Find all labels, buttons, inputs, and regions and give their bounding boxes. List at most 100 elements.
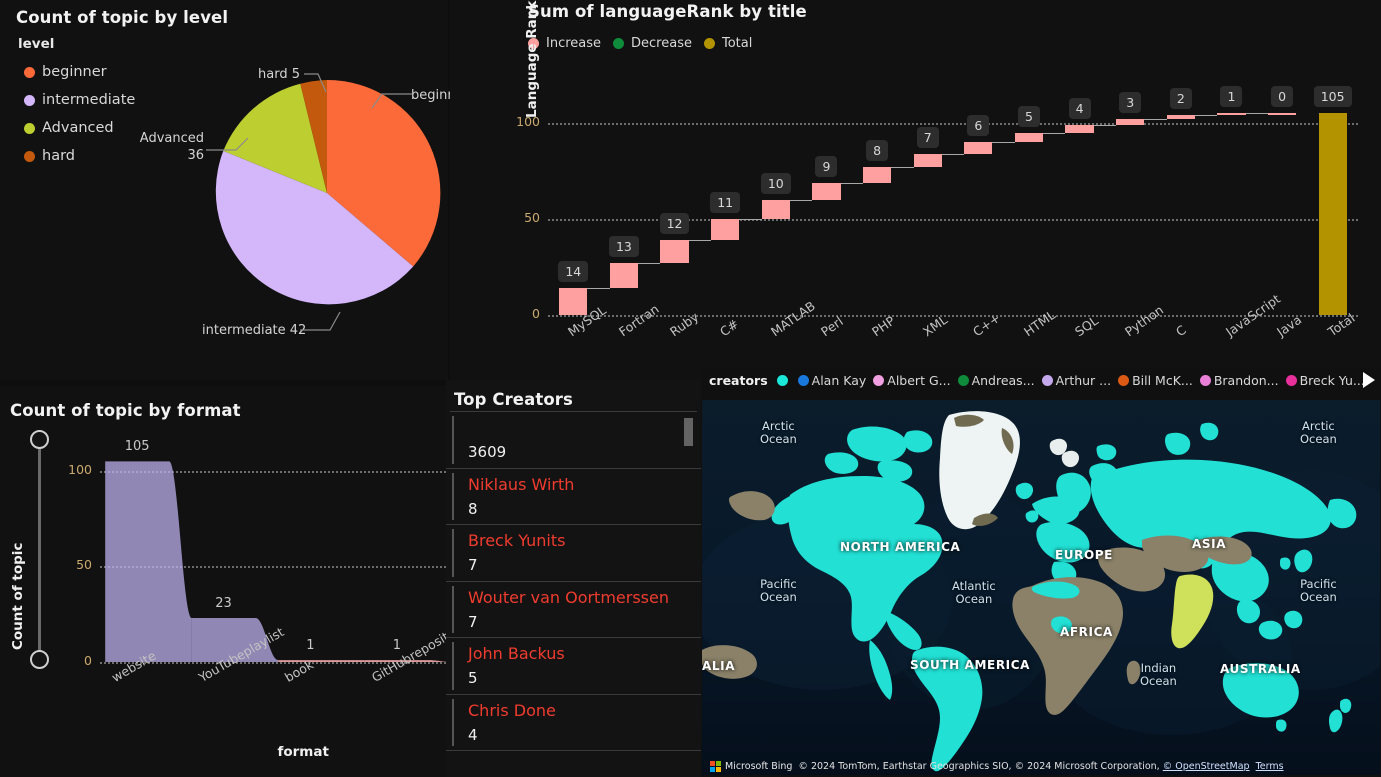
table-row[interactable]: Wouter van Oortmerssen 7: [446, 582, 701, 638]
pie-leader-hard: [304, 73, 327, 93]
map-label-atlantic-ocean: Atlantic Ocean: [952, 579, 996, 607]
waterfall-connector: [739, 219, 762, 221]
legend-label: Albert G...: [887, 373, 951, 388]
table-row[interactable]: Breck Yunits 7: [446, 525, 701, 582]
map-legend-item[interactable]: Breck Yu...: [1285, 373, 1365, 388]
count-of-topic-by-level-panel[interactable]: Count of topic by level level beginner i…: [0, 0, 490, 380]
waterfall-bar[interactable]: [1014, 132, 1044, 143]
map-legend-item[interactable]: Arthur ...: [1041, 373, 1111, 388]
format-range-slider-knob-top[interactable]: [30, 430, 49, 449]
waterfall-bar[interactable]: [862, 167, 892, 183]
legend-item-beginner[interactable]: beginner: [24, 58, 135, 86]
format-range-slider-track[interactable]: [38, 448, 41, 662]
waterfall-bar[interactable]: [964, 142, 993, 154]
table-row[interactable]: John Backus 5: [446, 638, 701, 695]
world-map[interactable]: Arctic Ocean Arctic Ocean Pacific Ocean Pac…: [702, 400, 1380, 775]
table-row[interactable]: Chris Done 4: [446, 695, 701, 751]
map-legend[interactable]: creators Alan Kay Albert G... Andreas... Ar…: [709, 373, 1369, 388]
map-legend-item[interactable]: Bill McK...: [1118, 373, 1193, 388]
legend-item-total[interactable]: Total: [703, 34, 752, 52]
waterfall-bar[interactable]: [711, 219, 740, 241]
waterfall-chart-title: Sum of languageRank by title: [528, 2, 807, 21]
legend-label: Breck Yu...: [1299, 373, 1365, 388]
legend-item-intermediate[interactable]: intermediate: [24, 86, 135, 114]
format-range-slider-knob-bottom[interactable]: [30, 650, 49, 669]
pie-chart[interactable]: [212, 78, 442, 308]
waterfall-data-label: 4: [1068, 97, 1091, 119]
waterfall-bar[interactable]: [660, 240, 689, 264]
waterfall-data-label: 1: [1220, 86, 1243, 108]
legend-label: Decrease: [631, 35, 692, 51]
legend-item-advanced[interactable]: Advanced: [24, 114, 135, 142]
creator-name: John Backus: [468, 644, 565, 663]
power-bi-dashboard: Count of topic by level level beginner i…: [0, 0, 1381, 777]
legend-color-dot-icon: [1285, 375, 1297, 386]
map-legend-item[interactable]: Andreas...: [957, 373, 1035, 388]
pie-svg: [215, 79, 441, 305]
x-axis-tick-label[interactable]: Perl: [818, 314, 846, 340]
legend-color-dot-icon: [1199, 375, 1211, 386]
x-axis-tick-label[interactable]: Ruby: [667, 309, 701, 339]
x-axis-tick-label[interactable]: HTML: [1021, 307, 1058, 339]
waterfall-connector: [789, 199, 813, 201]
x-axis-tick-label[interactable]: C: [1173, 322, 1189, 339]
waterfall-connector: [941, 153, 965, 155]
waterfall-bar[interactable]: [1116, 119, 1145, 125]
top-creators-scrollbar-thumb[interactable]: [684, 418, 693, 446]
x-axis-tick-label[interactable]: Python: [1122, 302, 1166, 339]
area-segment[interactable]: [105, 461, 192, 662]
y-axis-tick-label: 100: [68, 461, 92, 477]
format-plot-area[interactable]: 0 50 100 105 website 23 YouTubeplaylist 1 book 1 G…: [68, 439, 468, 760]
waterfall-data-label: 2: [1169, 88, 1192, 110]
openstreetmap-link[interactable]: © OpenStreetMap: [1163, 761, 1250, 772]
waterfall-bar[interactable]: [913, 153, 942, 168]
terms-link[interactable]: Terms: [1256, 761, 1284, 772]
waterfall-bar[interactable]: [1267, 113, 1297, 115]
legend-next-arrow-icon[interactable]: [1363, 372, 1375, 388]
map-legend-item[interactable]: Alan Kay: [797, 373, 866, 388]
x-axis-tick-label[interactable]: MATLAB: [768, 298, 818, 339]
map-label-indian-ocean: Indian Ocean: [1140, 661, 1177, 689]
waterfall-bar[interactable]: [1217, 113, 1246, 116]
map-label-arctic-ocean-right: Arctic Ocean: [1300, 419, 1337, 447]
map-legend-item[interactable]: Brandon...: [1199, 373, 1279, 388]
x-axis-tick-label[interactable]: Fortran: [616, 301, 662, 339]
x-axis-tick-label[interactable]: C#: [717, 316, 741, 339]
gridline: [548, 123, 1358, 126]
waterfall-data-label: 8: [866, 140, 889, 162]
waterfall-legend: Increase Decrease Total: [528, 34, 752, 52]
map-legend-item[interactable]: Albert G...: [873, 373, 951, 388]
legend-item-hard[interactable]: hard: [24, 142, 135, 170]
top-creators-panel[interactable]: Top Creators 3609 Niklaus Wirth 8 Breck Yun…: [446, 380, 701, 777]
creators-map-panel[interactable]: creators Alan Kay Albert G... Andreas... Ar…: [701, 368, 1381, 777]
map-legend-item[interactable]: [776, 375, 791, 386]
legend-color-dot-icon: [873, 375, 885, 386]
legend-item-decrease[interactable]: Decrease: [613, 34, 692, 52]
map-label-pacific-ocean-right: Pacific Ocean: [1300, 577, 1337, 605]
waterfall-bar[interactable]: [812, 182, 841, 200]
waterfall-bar[interactable]: [609, 263, 639, 289]
waterfall-bar[interactable]: [761, 199, 790, 219]
table-row[interactable]: 3609: [446, 412, 701, 469]
waterfall-plot-area[interactable]: 0 50 100 14 MySQL 13 Fortran 12 Ruby 11 C# 10 MATLAB…: [516, 86, 1358, 339]
creator-count: 7: [468, 556, 478, 574]
map-label-europe: EUROPE: [1055, 548, 1113, 562]
map-svg: [702, 400, 1380, 775]
y-axis-tick-label: 50: [76, 557, 92, 573]
table-row[interactable]: Niklaus Wirth 8: [446, 469, 701, 525]
format-y-axis-title: Count of topic: [10, 542, 26, 650]
waterfall-total-bar[interactable]: [1318, 113, 1347, 315]
legend-label: Advanced: [42, 120, 114, 136]
legend-label: Andreas...: [971, 373, 1035, 388]
waterfall-bar[interactable]: [1166, 115, 1195, 120]
top-creators-list[interactable]: 3609 Niklaus Wirth 8 Breck Yunits 7 Wouter va…: [446, 412, 701, 751]
area-segment[interactable]: [278, 660, 365, 662]
waterfall-bar[interactable]: [559, 288, 588, 315]
waterfall-connector: [688, 240, 711, 242]
legend-color-dot-icon: [24, 94, 35, 106]
map-label-pacific-ocean-left: Pacific Ocean: [760, 577, 797, 605]
pie-legend-title: level: [18, 36, 55, 52]
pie-callout-intermediate: intermediate 42: [202, 323, 307, 338]
waterfall-bar[interactable]: [1065, 124, 1094, 133]
sum-of-languagerank-by-title-panel[interactable]: Sum of languageRank by title Increase De…: [450, 0, 1381, 380]
